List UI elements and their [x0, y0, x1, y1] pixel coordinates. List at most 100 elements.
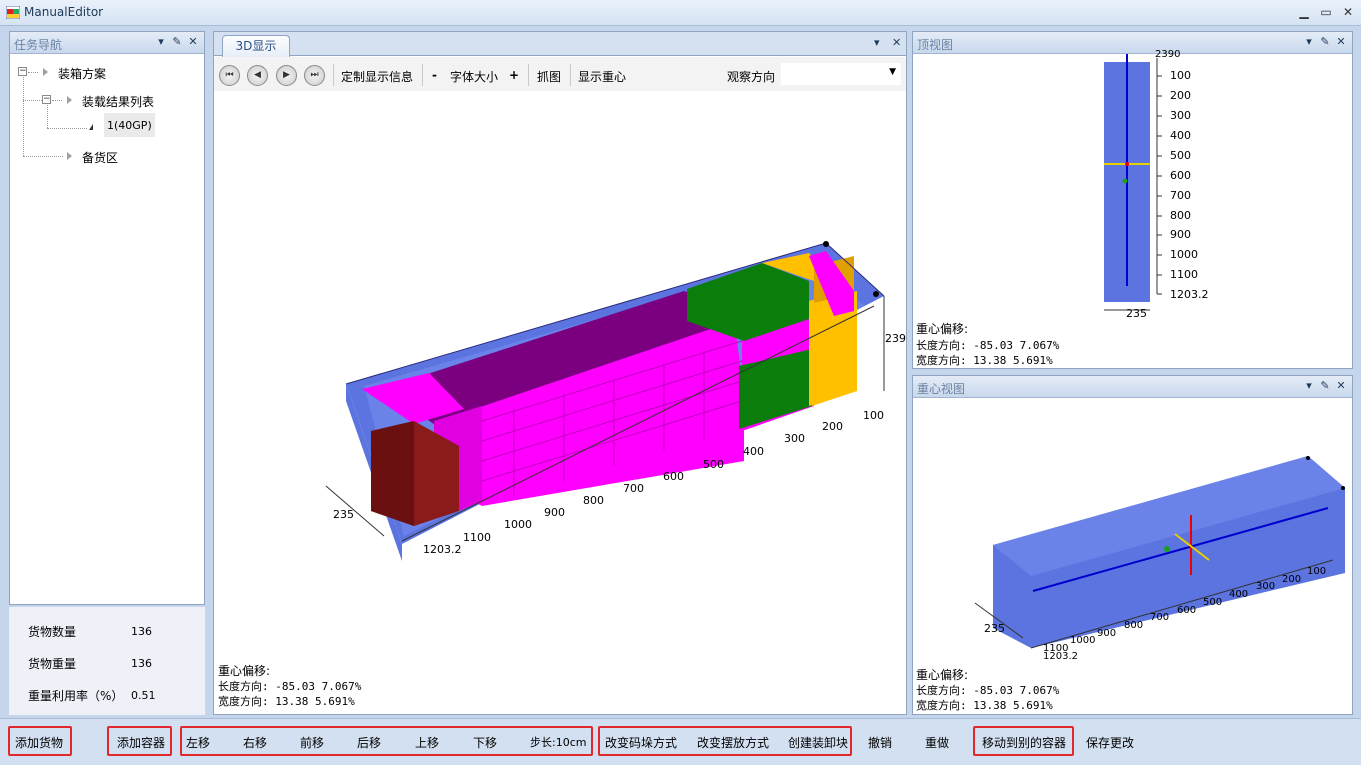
- axis-label: 1000: [1070, 635, 1096, 646]
- axis-label: 700: [1150, 612, 1170, 623]
- font-decrease-button[interactable]: -: [432, 68, 437, 82]
- axis-label: 800: [1124, 620, 1144, 631]
- minimize-button[interactable]: ▁: [1292, 3, 1316, 21]
- cg-length-line: 长度方向: -85.03 7.067%: [218, 680, 362, 693]
- ruler-label: 1000: [1170, 248, 1198, 261]
- move-back-button[interactable]: 后移: [357, 734, 381, 751]
- cg-width-line: 宽度方向: 13.38 5.691%: [916, 354, 1053, 367]
- cg-heading: 重心偏移:: [218, 664, 271, 678]
- cg-view-header: 重心视图 ▾ ✎ ✕: [913, 376, 1352, 398]
- move-to-container-button[interactable]: 移动到别的容器: [982, 734, 1066, 751]
- tree-arrow-icon: [67, 152, 72, 160]
- dropdown-icon[interactable]: ▾: [154, 35, 168, 49]
- tree-item-reserve[interactable]: 备货区: [82, 149, 118, 166]
- cg-width-line: 宽度方向: 13.38 5.691%: [218, 695, 355, 708]
- ruler-label: 600: [1170, 169, 1191, 182]
- stat-value: 136: [131, 625, 152, 638]
- close-icon[interactable]: ✕: [1334, 35, 1348, 49]
- axis-label: 300: [1256, 581, 1276, 592]
- axis-label: 1100: [463, 531, 491, 544]
- top-view-diagram: [1104, 54, 1162, 311]
- custom-info-button[interactable]: 定制显示信息: [341, 68, 413, 85]
- add-cargo-button[interactable]: 添加货物: [15, 734, 63, 751]
- font-size-label: 字体大小: [450, 70, 499, 84]
- top-view-title: 顶视图: [917, 38, 954, 52]
- axis-label: 600: [663, 470, 684, 483]
- next-icon[interactable]: ▶: [276, 65, 297, 86]
- last-icon[interactable]: ⏭: [304, 65, 325, 86]
- pin-icon[interactable]: ✎: [1318, 35, 1332, 49]
- dropdown-icon[interactable]: ▾: [1302, 379, 1316, 393]
- stat-value: 136: [131, 657, 152, 670]
- nav-panel-header: 任务导航 ▾ ✎ ✕: [10, 32, 204, 54]
- dropdown-icon[interactable]: ▾: [874, 36, 880, 49]
- top-view-header: 顶视图 ▾ ✎ ✕: [913, 32, 1352, 54]
- stats-panel: 货物数量 136 货物重量 136 重量利用率（%） 0.51: [9, 607, 205, 715]
- axis-label: 1203.2: [423, 543, 462, 556]
- axis-label: 900: [544, 506, 565, 519]
- close-icon[interactable]: ✕: [892, 36, 901, 49]
- axis-label: 800: [583, 494, 604, 507]
- axis-label: 600: [1177, 605, 1197, 616]
- app-icon: [5, 5, 21, 20]
- cg-view-title: 重心视图: [917, 382, 966, 396]
- maximize-button[interactable]: ▭: [1314, 3, 1338, 21]
- move-forward-button[interactable]: 前移: [300, 734, 324, 751]
- tree-item-container[interactable]: 1(40GP): [104, 113, 155, 137]
- axis-label: 400: [1229, 589, 1249, 600]
- pin-icon[interactable]: ✎: [170, 35, 184, 49]
- axis-label: 200: [822, 420, 843, 433]
- tree-arrow-icon: [89, 124, 93, 130]
- create-block-button[interactable]: 创建装卸块: [788, 734, 848, 751]
- close-icon[interactable]: ✕: [1334, 379, 1348, 393]
- move-up-button[interactable]: 上移: [415, 734, 439, 751]
- axis-label: 900: [1097, 628, 1117, 639]
- font-increase-button[interactable]: +: [509, 68, 519, 82]
- ruler-label: 1100: [1170, 268, 1198, 281]
- save-changes-button[interactable]: 保存更改: [1086, 734, 1134, 751]
- prev-icon[interactable]: ◀: [247, 65, 268, 86]
- axis-label: 700: [623, 482, 644, 495]
- change-placement-button[interactable]: 改变摆放方式: [697, 734, 769, 751]
- move-left-button[interactable]: 左移: [186, 734, 210, 751]
- axis-label: 400: [743, 445, 764, 458]
- redo-button[interactable]: 重做: [925, 734, 949, 751]
- height-label: 239: [885, 332, 906, 345]
- close-icon[interactable]: ✕: [186, 35, 200, 49]
- view-direction-label: 观察方向: [727, 70, 776, 84]
- cg-view-diagram: [974, 456, 1345, 649]
- first-icon[interactable]: ⏮: [219, 65, 240, 86]
- tree-item-results[interactable]: 装载结果列表: [82, 93, 154, 110]
- capture-button[interactable]: 抓图: [537, 68, 561, 85]
- ruler-label: 300: [1170, 109, 1191, 122]
- container-3d-scene[interactable]: [214, 91, 906, 661]
- axis-label: 1203.2: [1043, 651, 1078, 662]
- move-down-button[interactable]: 下移: [473, 734, 497, 751]
- add-container-button[interactable]: 添加容器: [117, 734, 165, 751]
- tree-item-root[interactable]: 装箱方案: [58, 65, 106, 82]
- cg-length-line: 长度方向: -85.03 7.067%: [916, 684, 1060, 697]
- dropdown-icon[interactable]: ▾: [1302, 35, 1316, 49]
- tab-3d[interactable]: 3D显示: [222, 35, 290, 57]
- move-right-button[interactable]: 右移: [243, 734, 267, 751]
- axis-label: 500: [703, 458, 724, 471]
- axis-label: 100: [863, 409, 884, 422]
- window-title: ManualEditor: [24, 5, 104, 19]
- undo-button[interactable]: 撤销: [868, 734, 892, 751]
- title-bar: ManualEditor ▁ ▭ ✕: [0, 0, 1361, 26]
- pin-icon[interactable]: ✎: [1318, 379, 1332, 393]
- chevron-down-icon: ▼: [889, 67, 896, 77]
- ruler-label: 1203.2: [1170, 288, 1209, 301]
- step-size-button[interactable]: 步长:10cm: [530, 734, 586, 750]
- ruler-label: 200: [1170, 89, 1191, 102]
- cg-length-line: 长度方向: -85.03 7.067%: [916, 339, 1060, 352]
- expand-toggle-root[interactable]: −: [18, 67, 27, 76]
- stat-label: 货物重量: [28, 657, 77, 671]
- tab-strip: [214, 32, 906, 56]
- change-stack-button[interactable]: 改变码垛方式: [605, 734, 677, 751]
- expand-toggle-results[interactable]: −: [42, 95, 51, 104]
- axis-label: 100: [1307, 566, 1327, 577]
- close-button[interactable]: ✕: [1336, 3, 1360, 21]
- show-cg-button[interactable]: 显示重心: [578, 68, 626, 85]
- view-direction-select[interactable]: ▼: [781, 63, 901, 85]
